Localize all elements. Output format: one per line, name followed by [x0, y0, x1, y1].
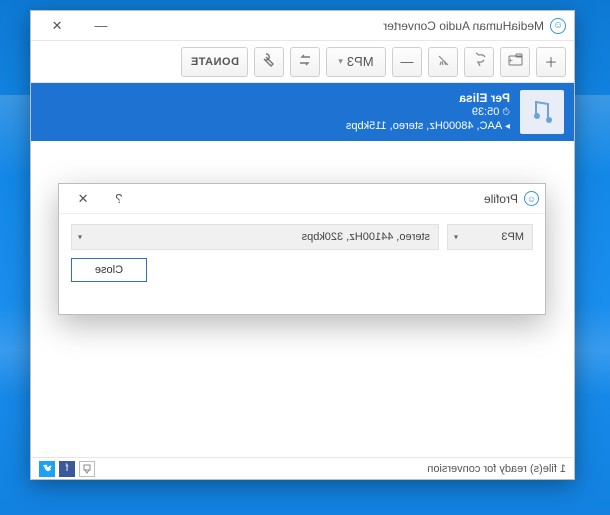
main-window: ☺ MediaHuman Audio Converter — ✕ ＋ + — [30, 10, 575, 480]
donate-button[interactable]: DONATE [181, 47, 248, 77]
add-folder-button[interactable]: + [500, 47, 530, 77]
track-duration: 05:39 [346, 106, 510, 120]
dialog-close-x[interactable]: ✕ [65, 186, 101, 212]
minus-icon: — [401, 54, 414, 69]
status-text: 1 file(s) ready for conversion [427, 463, 566, 475]
dialog-help-button[interactable]: ? [101, 186, 137, 212]
track-row[interactable]: Per Elisa 05:39 AAC, 48000Hz, stereo, 11… [31, 83, 574, 141]
remove-button[interactable]: — [392, 47, 422, 77]
dialog-close-button[interactable]: Close [71, 258, 147, 282]
app-icon: ☺ [550, 18, 566, 34]
svg-text:+: + [508, 56, 513, 65]
dialog-titlebar: ☺ Profile ? ✕ [59, 184, 545, 214]
format-select[interactable]: MP3 ▾ [447, 224, 533, 250]
clear-button[interactable] [428, 47, 458, 77]
chevron-down-icon: ▾ [338, 56, 343, 67]
window-title: MediaHuman Audio Converter [383, 19, 544, 33]
wrench-icon [261, 52, 277, 71]
search-icon [471, 52, 487, 71]
twitter-icon[interactable] [39, 461, 55, 477]
format-select-value: MP3 [501, 231, 524, 243]
quality-select-value: stereo, 44100Hz, 320kbps [302, 231, 430, 243]
broom-icon [435, 52, 451, 71]
dialog-body: MP3 ▾ stereo, 44100Hz, 320kbps ▾ [59, 214, 545, 258]
album-art [520, 90, 564, 134]
quality-select[interactable]: stereo, 44100Hz, 320kbps ▾ [71, 224, 439, 250]
status-bar: 1 file(s) ready for conversion f [31, 457, 574, 479]
dialog-footer: Close [59, 258, 545, 292]
settings-button[interactable] [254, 47, 284, 77]
format-label: MP3 [347, 54, 374, 69]
convert-button[interactable] [290, 47, 320, 77]
track-format: AAC, 48000Hz, stereo, 115kbps [346, 120, 510, 134]
search-button[interactable] [464, 47, 494, 77]
chevron-down-icon: ▾ [78, 233, 82, 242]
titlebar: ☺ MediaHuman Audio Converter — ✕ [31, 11, 574, 41]
close-button-label: Close [95, 264, 123, 276]
plus-icon: ＋ [545, 52, 558, 71]
track-info: Per Elisa 05:39 AAC, 48000Hz, stereo, 11… [346, 91, 510, 134]
close-button[interactable]: ✕ [35, 12, 79, 40]
add-file-button[interactable]: ＋ [536, 47, 566, 77]
format-dropdown[interactable]: MP3 ▾ [326, 47, 386, 77]
donate-label: DONATE [190, 56, 239, 68]
dialog-app-icon: ☺ [524, 191, 539, 206]
toolbar: ＋ + — MP3 ▾ [31, 41, 574, 83]
chevron-down-icon: ▾ [454, 233, 458, 242]
profile-dialog: ☺ Profile ? ✕ MP3 ▾ stereo, 44100Hz, 320… [58, 183, 546, 315]
dialog-title: Profile [484, 192, 518, 206]
track-name: Per Elisa [346, 91, 510, 106]
folder-plus-icon: + [507, 53, 523, 70]
minimize-button[interactable]: — [79, 12, 123, 40]
updates-icon[interactable] [79, 461, 95, 477]
facebook-icon[interactable]: f [59, 461, 75, 477]
track-list: Per Elisa 05:39 AAC, 48000Hz, stereo, 11… [31, 83, 574, 141]
convert-arrows-icon [297, 52, 313, 71]
